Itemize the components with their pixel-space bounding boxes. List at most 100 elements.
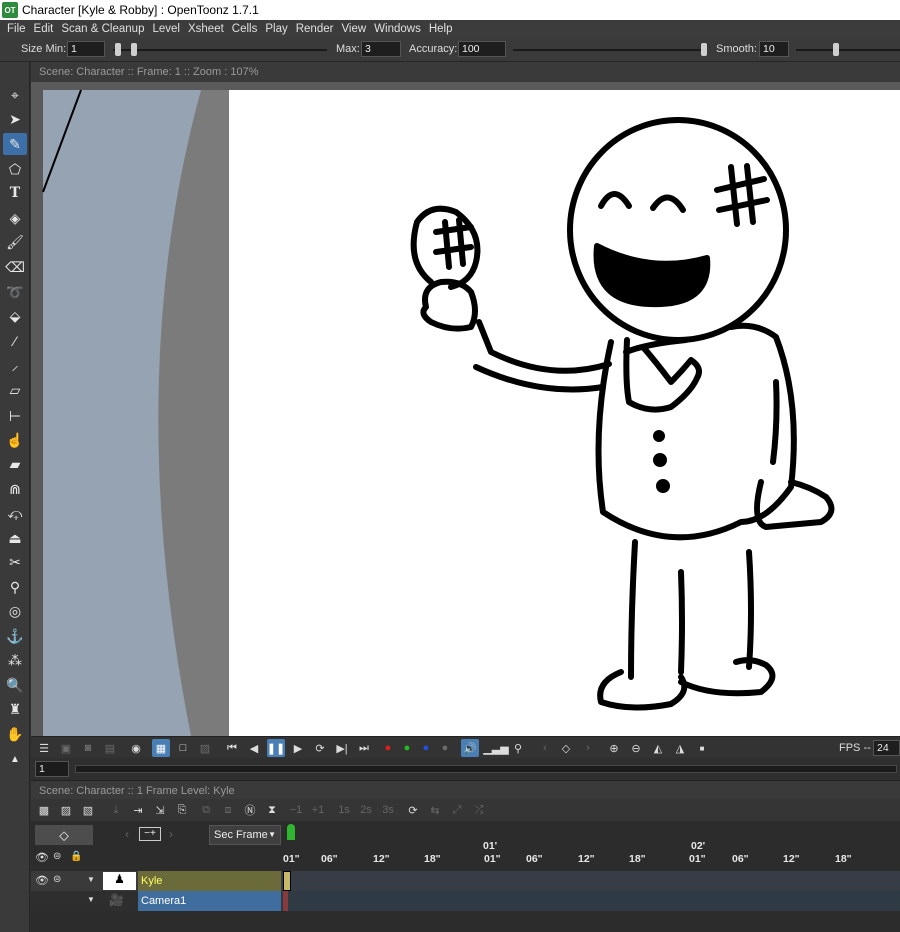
new-raster-level-icon[interactable]: ▧ bbox=[79, 801, 97, 819]
selection-tool-icon[interactable]: ➤ bbox=[3, 108, 27, 130]
black-bg-icon[interactable]: ▧ bbox=[196, 739, 214, 757]
layer-name[interactable]: Kyle bbox=[138, 871, 281, 891]
size-min-handle[interactable] bbox=[115, 43, 121, 56]
iron-tool-icon[interactable]: ⏏ bbox=[3, 527, 27, 549]
menu-render[interactable]: Render bbox=[292, 23, 338, 35]
camstand-visible-icon[interactable]: ⊜ bbox=[53, 874, 61, 885]
new-note-icon[interactable]: Ⓝ bbox=[241, 801, 259, 819]
drawing-canvas[interactable] bbox=[229, 90, 900, 736]
green-channel-icon[interactable]: ● bbox=[398, 739, 416, 757]
camera-cell-frame-1[interactable] bbox=[283, 891, 288, 911]
add-memo-icon[interactable]: −+ bbox=[139, 827, 161, 841]
duplicate-icon[interactable]: ⧈ bbox=[219, 801, 237, 819]
shuffle-icon[interactable]: ⤮ bbox=[470, 801, 488, 819]
histogram-icon[interactable]: ▁▃▅ bbox=[483, 739, 508, 757]
prev-memo-icon[interactable]: ‹ bbox=[125, 827, 129, 841]
paint-brush-tool-icon[interactable]: 🖌 bbox=[3, 231, 27, 253]
prev-key-icon[interactable]: ‹ bbox=[536, 739, 554, 757]
menu-file[interactable]: File bbox=[3, 23, 30, 35]
reset-view-icon[interactable]: ■ bbox=[693, 739, 711, 757]
last-frame-icon[interactable]: ⏭ bbox=[355, 739, 373, 757]
insert-frame-icon[interactable]: ⇥ bbox=[129, 801, 147, 819]
tape-tool-icon[interactable]: ➰ bbox=[3, 281, 27, 303]
level-settings-icon[interactable]: ⎘ bbox=[173, 801, 191, 819]
fill-tool-icon[interactable]: ◈ bbox=[3, 207, 27, 229]
checkerboard-icon[interactable]: □ bbox=[174, 739, 192, 757]
red-channel-icon[interactable]: ● bbox=[379, 739, 397, 757]
layer-name[interactable]: Camera1 bbox=[138, 891, 281, 911]
frame-display-select[interactable]: Sec Frame ▼ bbox=[209, 825, 281, 845]
swing-icon[interactable]: ⇆ bbox=[426, 801, 444, 819]
plastic-tool-icon[interactable]: ⁂ bbox=[3, 649, 27, 671]
increase-step-icon[interactable]: +1 bbox=[309, 801, 327, 819]
menu-play[interactable]: Play bbox=[261, 23, 291, 35]
accuracy-field[interactable]: 100 bbox=[458, 41, 506, 57]
eyedropper-tool-icon[interactable]: ⸝ bbox=[3, 354, 27, 376]
rotate-tool-icon[interactable]: ♜ bbox=[3, 698, 27, 720]
next-memo-icon[interactable]: › bbox=[169, 827, 173, 841]
preview-visible-icon[interactable]: 👁 bbox=[35, 874, 49, 887]
camera-cells[interactable] bbox=[281, 891, 900, 911]
clone-icon[interactable]: ⧉ bbox=[197, 801, 215, 819]
layer-cells[interactable] bbox=[281, 871, 900, 891]
menu-xsheet[interactable]: Xsheet bbox=[184, 23, 228, 35]
random-icon[interactable]: ⤢ bbox=[448, 801, 466, 819]
menu-cells[interactable]: Cells bbox=[228, 23, 262, 35]
step-3-icon[interactable]: 3s bbox=[379, 801, 397, 819]
size-min-field[interactable]: 1 bbox=[67, 41, 105, 57]
reverse-icon[interactable]: ⟳ bbox=[404, 801, 422, 819]
bender-tool-icon[interactable]: ⤽ bbox=[3, 502, 27, 524]
menu-icon[interactable]: ☰ bbox=[35, 739, 53, 757]
layer-expand-icon[interactable]: ▼ bbox=[87, 895, 95, 904]
accuracy-slider-handle[interactable] bbox=[701, 43, 707, 56]
menu-help[interactable]: Help bbox=[425, 23, 457, 35]
export-icon[interactable]: ⇲ bbox=[151, 801, 169, 819]
animate-tool-icon[interactable]: ⌖ bbox=[3, 84, 27, 106]
smooth-slider-track[interactable] bbox=[796, 49, 900, 51]
play-icon[interactable]: ▶ bbox=[289, 739, 307, 757]
camera-stand-icon[interactable]: ▦ bbox=[152, 739, 170, 757]
step-2-icon[interactable]: 2s bbox=[357, 801, 375, 819]
toggle-orientation-icon[interactable]: ⬦ bbox=[35, 825, 93, 845]
camstand-toggle-all-icon[interactable]: ⊜ bbox=[53, 851, 61, 862]
type-tool-icon[interactable]: T bbox=[3, 182, 27, 204]
frame-slider[interactable] bbox=[75, 765, 897, 773]
skeleton-tool-icon[interactable]: ⚲ bbox=[3, 576, 27, 598]
step-1-icon[interactable]: 1s bbox=[335, 801, 353, 819]
reframe-icon[interactable]: ⤓ bbox=[107, 801, 125, 819]
fps-field[interactable]: 24 bbox=[873, 740, 900, 756]
loop-icon[interactable]: ⟳ bbox=[311, 739, 329, 757]
preview-toggle-all-icon[interactable]: 👁 bbox=[35, 851, 49, 864]
viewer-canvas-area[interactable] bbox=[31, 82, 900, 736]
size-slider-track[interactable] bbox=[113, 49, 327, 51]
menu-level[interactable]: Level bbox=[148, 23, 184, 35]
flip-vertical-icon[interactable]: ◮ bbox=[671, 739, 689, 757]
cell-frame-1[interactable] bbox=[283, 871, 291, 891]
new-toonz-raster-level-icon[interactable]: ▨ bbox=[57, 801, 75, 819]
pinch-tool-icon[interactable]: ☝ bbox=[3, 429, 27, 451]
next-frame-icon[interactable]: ▶| bbox=[333, 739, 351, 757]
ruler-tool-icon[interactable]: ▱ bbox=[3, 379, 27, 401]
xsheet-empty-area[interactable] bbox=[31, 911, 900, 932]
locator-icon[interactable]: ⚲ bbox=[509, 739, 527, 757]
eraser-tool-icon[interactable]: ⌫ bbox=[3, 256, 27, 278]
menu-windows[interactable]: Windows bbox=[370, 23, 425, 35]
style-picker-tool-icon[interactable]: ⬙ bbox=[3, 305, 27, 327]
control-point-editor-tool-icon[interactable]: ⊢ bbox=[3, 405, 27, 427]
geometric-tool-icon[interactable]: ⬠ bbox=[3, 158, 27, 180]
zoom-in-icon[interactable]: ⊕ bbox=[605, 739, 623, 757]
magnet-tool-icon[interactable]: ⋒ bbox=[3, 478, 27, 500]
cutter-tool-icon[interactable]: ✂ bbox=[3, 551, 27, 573]
flip-horizontal-icon[interactable]: ◭ bbox=[649, 739, 667, 757]
pump-tool-icon[interactable]: ▰ bbox=[3, 453, 27, 475]
max-field[interactable]: 3 bbox=[361, 41, 401, 57]
layer-expand-icon[interactable]: ▼ bbox=[87, 875, 95, 884]
zoom-out-icon[interactable]: ⊖ bbox=[627, 739, 645, 757]
camera-snapshot-icon[interactable]: ◙ bbox=[79, 739, 97, 757]
keyframe-icon[interactable]: ⧗ bbox=[263, 801, 281, 819]
accuracy-slider-track[interactable] bbox=[513, 49, 707, 51]
prev-frame-icon[interactable]: ◀ bbox=[245, 739, 263, 757]
next-key-icon[interactable]: › bbox=[579, 739, 597, 757]
playhead-marker[interactable] bbox=[287, 824, 295, 840]
save-icon[interactable]: ▣ bbox=[57, 739, 75, 757]
